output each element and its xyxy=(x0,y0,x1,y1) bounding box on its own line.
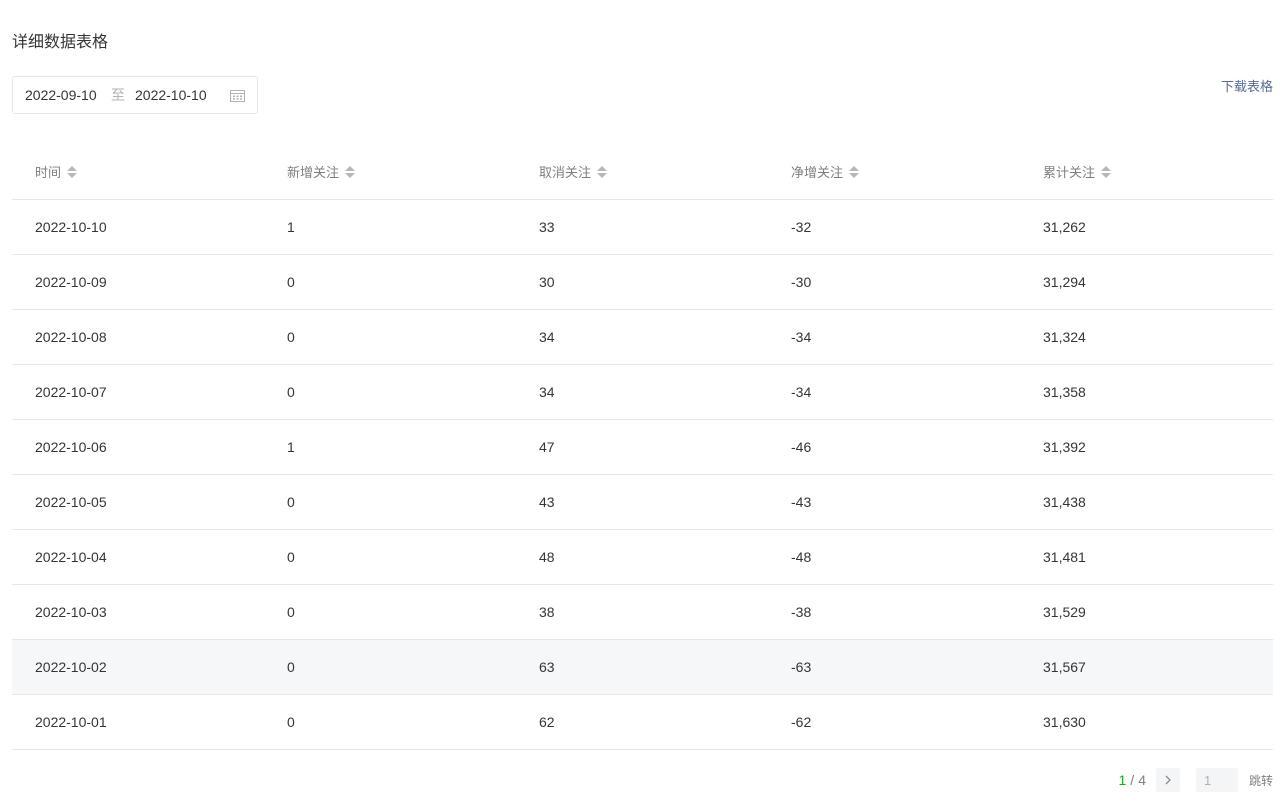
cell-total-follow: 31,392 xyxy=(1020,419,1273,475)
cell-new-follow: 0 xyxy=(264,474,516,530)
cell-net-follow: -43 xyxy=(768,474,1020,530)
cell-unfollow: 47 xyxy=(516,419,768,475)
calendar-icon[interactable] xyxy=(229,88,245,102)
sort-icon[interactable] xyxy=(1101,165,1112,178)
cell-time: 2022-10-09 xyxy=(12,254,264,310)
cell-net-follow: -34 xyxy=(768,309,1020,365)
column-header-unfollow[interactable]: 取消关注 xyxy=(516,145,768,200)
cell-new-follow: 1 xyxy=(264,199,516,255)
cell-unfollow: 62 xyxy=(516,694,768,750)
table-row: 2022-10-05 0 43 -43 31,438 xyxy=(12,474,1273,530)
cell-net-follow: -48 xyxy=(768,529,1020,585)
pagination-total-pages: 4 xyxy=(1138,772,1146,788)
data-table: 时间 新增关注 取消关注 净增关注 累计关注 2022-10-10 1 33 -32 3… xyxy=(12,145,1273,750)
cell-total-follow: 31,324 xyxy=(1020,309,1273,365)
sort-icon[interactable] xyxy=(849,165,860,178)
cell-total-follow: 31,630 xyxy=(1020,694,1273,750)
table-row: 2022-10-04 0 48 -48 31,481 xyxy=(12,529,1273,585)
cell-net-follow: -38 xyxy=(768,584,1020,640)
table-row: 2022-10-08 0 34 -34 31,324 xyxy=(12,309,1273,365)
table-row: 2022-10-07 0 34 -34 31,358 xyxy=(12,364,1273,420)
date-range-picker[interactable]: 2022-09-10 至 2022-10-10 xyxy=(12,76,258,114)
cell-new-follow: 1 xyxy=(264,419,516,475)
cell-unfollow: 34 xyxy=(516,364,768,420)
cell-net-follow: -34 xyxy=(768,364,1020,420)
cell-total-follow: 31,438 xyxy=(1020,474,1273,530)
cell-time: 2022-10-01 xyxy=(12,694,264,750)
sort-icon[interactable] xyxy=(67,165,78,178)
date-range-start[interactable]: 2022-09-10 xyxy=(25,87,105,103)
table-header-row: 时间 新增关注 取消关注 净增关注 累计关注 xyxy=(12,145,1273,200)
cell-new-follow: 0 xyxy=(264,254,516,310)
cell-new-follow: 0 xyxy=(264,584,516,640)
column-header-total-follow[interactable]: 累计关注 xyxy=(1020,145,1273,200)
table-row: 2022-10-09 0 30 -30 31,294 xyxy=(12,254,1273,310)
page-jump-input[interactable] xyxy=(1195,768,1238,792)
column-header-new-follow[interactable]: 新增关注 xyxy=(264,145,516,200)
cell-new-follow: 0 xyxy=(264,694,516,750)
column-header-label: 取消关注 xyxy=(539,165,592,181)
cell-net-follow: -63 xyxy=(768,639,1020,695)
cell-unfollow: 30 xyxy=(516,254,768,310)
cell-total-follow: 31,358 xyxy=(1020,364,1273,420)
cell-time: 2022-10-02 xyxy=(12,639,264,695)
table-row: 2022-10-01 0 62 -62 31,630 xyxy=(12,694,1273,750)
download-table-link[interactable]: 下载表格 xyxy=(1221,78,1273,96)
table-body: 2022-10-10 1 33 -32 31,262 2022-10-09 0 30 -30 3… xyxy=(12,199,1273,750)
cell-new-follow: 0 xyxy=(264,529,516,585)
table-row: 2022-10-03 0 38 -38 31,529 xyxy=(12,584,1273,640)
date-range-separator: 至 xyxy=(111,87,125,103)
column-header-label: 新增关注 xyxy=(287,165,340,181)
column-header-time[interactable]: 时间 xyxy=(12,145,264,200)
column-header-net-follow[interactable]: 净增关注 xyxy=(768,145,1020,200)
cell-new-follow: 0 xyxy=(264,364,516,420)
table-row: 2022-10-10 1 33 -32 31,262 xyxy=(12,199,1273,255)
cell-time: 2022-10-07 xyxy=(12,364,264,420)
cell-total-follow: 31,262 xyxy=(1020,199,1273,255)
cell-unfollow: 63 xyxy=(516,639,768,695)
pagination: 1 / 4 跳转 xyxy=(1118,768,1273,792)
cell-total-follow: 31,481 xyxy=(1020,529,1273,585)
cell-net-follow: -32 xyxy=(768,199,1020,255)
cell-net-follow: -62 xyxy=(768,694,1020,750)
cell-time: 2022-10-04 xyxy=(12,529,264,585)
cell-time: 2022-10-08 xyxy=(12,309,264,365)
cell-time: 2022-10-03 xyxy=(12,584,264,640)
table-row: 2022-10-06 1 47 -46 31,392 xyxy=(12,419,1273,475)
cell-unfollow: 43 xyxy=(516,474,768,530)
table-row-highlighted: 2022-10-02 0 63 -63 31,567 xyxy=(12,639,1273,695)
column-header-label: 净增关注 xyxy=(791,165,844,181)
cell-time: 2022-10-05 xyxy=(12,474,264,530)
cell-unfollow: 48 xyxy=(516,529,768,585)
cell-total-follow: 31,567 xyxy=(1020,639,1273,695)
cell-total-follow: 31,529 xyxy=(1020,584,1273,640)
column-header-label: 时间 xyxy=(35,165,62,181)
cell-new-follow: 0 xyxy=(264,309,516,365)
page: 详细数据表格 2022-09-10 至 2022-10-10 下载表格 时间 新… xyxy=(0,0,1288,803)
cell-net-follow: -46 xyxy=(768,419,1020,475)
section-title: 详细数据表格 xyxy=(12,34,109,51)
cell-unfollow: 34 xyxy=(516,309,768,365)
cell-total-follow: 31,294 xyxy=(1020,254,1273,310)
sort-icon[interactable] xyxy=(345,165,356,178)
cell-time: 2022-10-06 xyxy=(12,419,264,475)
page-jump-button[interactable]: 跳转 xyxy=(1249,772,1273,789)
cell-unfollow: 33 xyxy=(516,199,768,255)
sort-icon[interactable] xyxy=(597,165,608,178)
chevron-right-icon[interactable] xyxy=(1155,768,1180,792)
column-header-label: 累计关注 xyxy=(1043,165,1096,181)
cell-unfollow: 38 xyxy=(516,584,768,640)
cell-time: 2022-10-10 xyxy=(12,199,264,255)
pagination-separator: / xyxy=(1130,772,1135,788)
cell-new-follow: 0 xyxy=(264,639,516,695)
cell-net-follow: -30 xyxy=(768,254,1020,310)
date-range-end[interactable]: 2022-10-10 xyxy=(135,87,215,103)
pagination-current-page: 1 xyxy=(1118,772,1127,788)
